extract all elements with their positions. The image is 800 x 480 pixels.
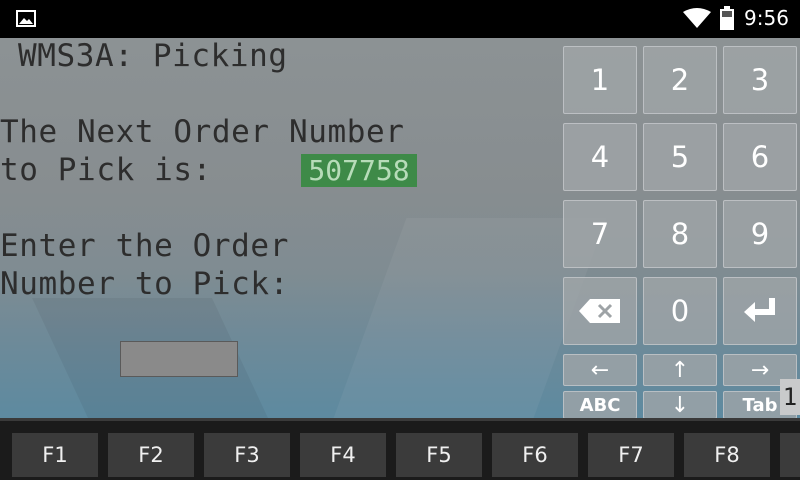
prompt-next-order-line2: to Pick is:	[0, 152, 212, 188]
image-notification-icon	[16, 10, 36, 27]
status-bar: 9:56	[0, 0, 800, 38]
f1-key[interactable]: F1	[12, 433, 98, 477]
key-4[interactable]: 4	[563, 123, 637, 191]
f6-key[interactable]: F6	[492, 433, 578, 477]
key-7[interactable]: 7	[563, 200, 637, 268]
key-6[interactable]: 6	[723, 123, 797, 191]
screen-title: WMS3A: Picking	[18, 38, 288, 74]
key-1[interactable]: 1	[563, 46, 637, 114]
f4-key[interactable]: F4	[300, 433, 386, 477]
function-key-bar: F1 F2 F3 F4 F5 F6 F7 F8	[0, 418, 800, 480]
arrow-left-key[interactable]: ←	[563, 354, 637, 386]
order-number-input[interactable]	[120, 341, 238, 377]
abc-key[interactable]: ABC	[563, 391, 637, 419]
f7-key[interactable]: F7	[588, 433, 674, 477]
key-9[interactable]: 9	[723, 200, 797, 268]
page-indicator[interactable]: 1	[780, 379, 800, 415]
key-3[interactable]: 3	[723, 46, 797, 114]
enter-key[interactable]	[723, 277, 797, 345]
backspace-icon	[579, 299, 620, 323]
prompt-enter-order-line1: Enter the Order	[0, 228, 289, 264]
battery-icon	[720, 6, 734, 30]
wifi-icon	[683, 8, 711, 28]
enter-icon	[744, 298, 775, 322]
f8-key[interactable]: F8	[684, 433, 770, 477]
f3-key[interactable]: F3	[204, 433, 290, 477]
f2-key[interactable]: F2	[108, 433, 194, 477]
f5-key[interactable]: F5	[396, 433, 482, 477]
key-8[interactable]: 8	[643, 200, 717, 268]
prompt-enter-order-line2: Number to Pick:	[0, 266, 289, 302]
prompt-next-order-line1: The Next Order Number	[0, 114, 405, 150]
arrow-up-key[interactable]: ↑	[643, 354, 717, 386]
key-2[interactable]: 2	[643, 46, 717, 114]
f9-key-partial[interactable]	[780, 433, 800, 477]
backspace-key[interactable]	[563, 277, 637, 345]
status-clock: 9:56	[744, 6, 789, 30]
arrow-down-key[interactable]: ↓	[643, 391, 717, 419]
key-5[interactable]: 5	[643, 123, 717, 191]
next-order-number: 507758	[301, 154, 417, 187]
key-0[interactable]: 0	[643, 277, 717, 345]
